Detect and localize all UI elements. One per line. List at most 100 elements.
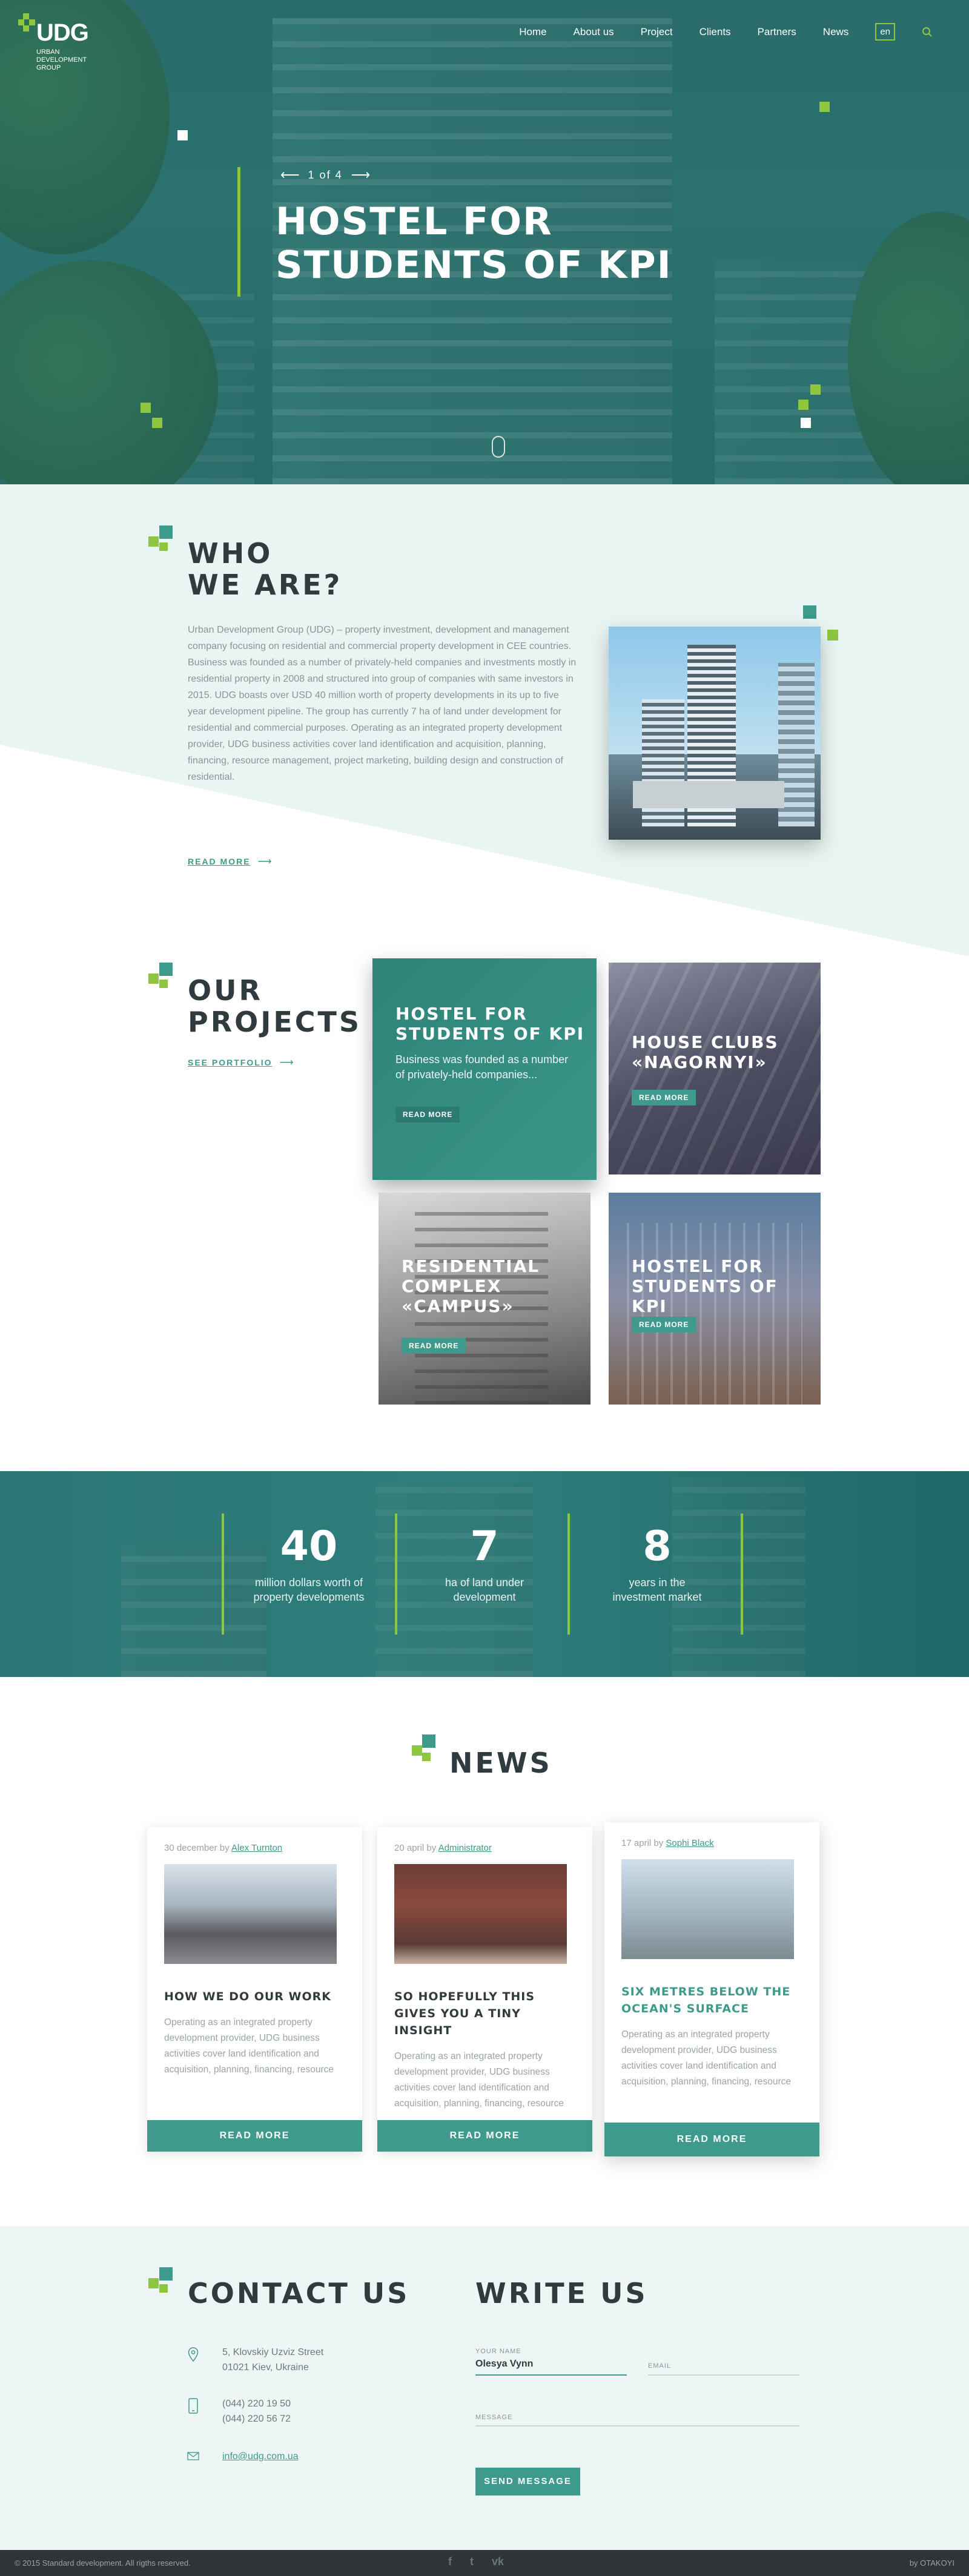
news-meta: 20 april by Administrator: [394, 1843, 492, 1853]
project-title: HOUSE CLUBS «NAGORNYI»: [632, 1032, 779, 1072]
deco-square: [810, 384, 821, 395]
nav-about-us[interactable]: About us: [574, 26, 614, 38]
stat-label: ha of land under development: [445, 1576, 524, 1603]
message-underline: [475, 2425, 799, 2426]
stat-item: 40 million dollars worth of property dev…: [236, 1523, 382, 1604]
name-input[interactable]: Olesya Vynn: [475, 2359, 533, 2370]
news-text: Operating as an integrated property deve…: [164, 2017, 334, 2075]
twitter-icon[interactable]: t: [470, 2555, 474, 2568]
section-mark-icon: [159, 2284, 168, 2293]
section-mark-icon: [148, 2278, 159, 2288]
arrow-left-icon[interactable]: ⟵: [280, 167, 300, 183]
contact-phones: (044) 220 19 50 (044) 220 56 72: [222, 2399, 291, 2424]
nav-project[interactable]: Project: [641, 26, 673, 38]
arrow-right-icon[interactable]: ⟶: [351, 167, 371, 183]
news-card[interactable]: 17 april by Sophi Black SIX METRES BELOW…: [604, 1822, 819, 2156]
nav-home[interactable]: Home: [519, 26, 546, 38]
deco-square: [803, 605, 816, 619]
location-pin-icon: [188, 2347, 199, 2362]
name-label: YOUR NAME: [475, 2348, 521, 2355]
stats-section: 40 million dollars worth of property dev…: [0, 1471, 969, 1677]
logo-text: UDG: [36, 19, 89, 46]
deco-square: [801, 418, 811, 428]
deco-square: [177, 130, 188, 140]
project-card[interactable]: RESIDENTIAL COMPLEX «CAMPUS» READ MORE: [379, 1193, 590, 1405]
logo-subtitle: URBAN DEVELOPMENT GROUP: [36, 48, 87, 71]
search-icon[interactable]: [922, 27, 933, 38]
contact-email-link[interactable]: info@udg.com.ua: [222, 2449, 299, 2464]
deco-square: [819, 102, 830, 112]
name-input-underline: [475, 2374, 627, 2376]
stat-number: 7: [470, 1523, 499, 1570]
section-mark-icon: [159, 980, 168, 988]
section-mark-icon: [159, 525, 173, 539]
scroll-down-icon[interactable]: [492, 436, 505, 458]
section-mark-icon: [148, 973, 159, 984]
project-title: HOSTEL FOR STUDENTS OF KPI: [632, 1256, 778, 1316]
arrow-right-icon: ⟶: [279, 1058, 294, 1068]
see-portfolio-link[interactable]: SEE PORTFOLIO ⟶: [188, 1056, 294, 1069]
news-title: NEWS: [449, 1747, 552, 1779]
news-author-link[interactable]: Administrator: [438, 1843, 492, 1853]
email-input-underline: [648, 2374, 799, 2376]
news-card[interactable]: 20 april by Administrator SO HOPEFULLY T…: [377, 1827, 592, 2152]
project-read-more-button[interactable]: READ MORE: [632, 1317, 696, 1332]
stat-item: 8 years in the investment market: [584, 1523, 730, 1604]
hero-title: HOSTEL FOR STUDENTS OF KPI: [276, 199, 672, 287]
main-nav: Home About us Project Clients Partners N…: [519, 23, 933, 41]
news-title[interactable]: HOW WE DO OUR WORK: [164, 1988, 345, 2005]
project-title: RESIDENTIAL COMPLEX «CAMPUS»: [402, 1256, 540, 1316]
project-read-more-button[interactable]: READ MORE: [632, 1090, 696, 1105]
contact-section: [0, 2226, 969, 2550]
slider-pager: 1 of 4: [308, 168, 343, 181]
news-read-more-button[interactable]: READ MORE: [604, 2123, 819, 2156]
stat-item: 7 ha of land under development: [412, 1523, 557, 1604]
section-mark-icon: [159, 2267, 173, 2281]
logo[interactable]: UDG URBAN DEVELOPMENT GROUP: [18, 13, 97, 80]
email-input[interactable]: EMAIL: [648, 2362, 671, 2370]
write-us-title: WRITE US: [475, 2277, 648, 2310]
project-card[interactable]: HOUSE CLUBS «NAGORNYI» READ MORE: [609, 963, 821, 1174]
news-title[interactable]: SO HOPEFULLY THIS GIVES YOU A TINY INSIG…: [394, 1988, 575, 2039]
send-message-button[interactable]: SEND MESSAGE: [475, 2468, 580, 2495]
arrow-right-icon: ⟶: [257, 857, 272, 867]
language-switch[interactable]: en: [875, 23, 895, 41]
footer: © 2015 Standard development. All rigths …: [0, 2550, 969, 2576]
footer-copyright: © 2015 Standard development. All rigths …: [15, 2558, 191, 2568]
message-textarea[interactable]: MESSAGE: [475, 2414, 512, 2421]
footer-credit[interactable]: by OTAKOYI: [910, 2558, 954, 2568]
stat-label: years in the investment market: [612, 1576, 702, 1603]
nav-partners[interactable]: Partners: [758, 26, 796, 38]
news-card[interactable]: 30 december by Alex Turnton HOW WE DO OU…: [147, 1827, 362, 2152]
facebook-icon[interactable]: f: [448, 2555, 452, 2568]
vk-icon[interactable]: vk: [492, 2555, 504, 2568]
news-text: Operating as an integrated property deve…: [394, 2051, 564, 2109]
who-read-more[interactable]: READ MORE ⟶: [188, 855, 272, 868]
project-card[interactable]: HOSTEL FOR STUDENTS OF KPI Business was …: [372, 958, 597, 1180]
who-title: WHO WE ARE?: [188, 537, 343, 601]
mail-icon: [187, 2452, 199, 2460]
project-title: HOSTEL FOR STUDENTS OF KPI: [395, 1004, 585, 1044]
news-read-more-button[interactable]: READ MORE: [377, 2120, 592, 2152]
project-card[interactable]: HOSTEL FOR STUDENTS OF KPI READ MORE: [609, 1193, 821, 1405]
project-description: Business was founded as a number of priv…: [395, 1053, 569, 1081]
news-author-link[interactable]: Alex Turnton: [231, 1843, 282, 1853]
deco-square: [798, 400, 809, 410]
deco-square: [141, 403, 151, 413]
contact-address: 5, Klovskiy Uzviz Street 01021 Kiev, Ukr…: [222, 2347, 324, 2373]
nav-clients[interactable]: Clients: [699, 26, 731, 38]
news-title[interactable]: SIX METRES BELOW THE OCEAN'S SURFACE: [621, 1983, 802, 2017]
news-meta: 30 december by Alex Turnton: [164, 1843, 283, 1853]
project-read-more-button[interactable]: READ MORE: [395, 1107, 460, 1122]
news-read-more-button[interactable]: READ MORE: [147, 2120, 362, 2152]
news-image: [164, 1864, 337, 1964]
news-text: Operating as an integrated property deve…: [621, 2029, 792, 2087]
stat-number: 8: [643, 1523, 672, 1570]
hero-section: UDG URBAN DEVELOPMENT GROUP Home About u…: [0, 0, 969, 484]
footer-social: f t vk: [448, 2555, 504, 2568]
news-author-link[interactable]: Sophi Black: [666, 1838, 713, 1848]
projects-title: OUR PROJECTS: [188, 974, 362, 1038]
nav-news[interactable]: News: [823, 26, 849, 38]
section-mark-icon: [422, 1753, 431, 1761]
project-read-more-button[interactable]: READ MORE: [402, 1338, 466, 1354]
